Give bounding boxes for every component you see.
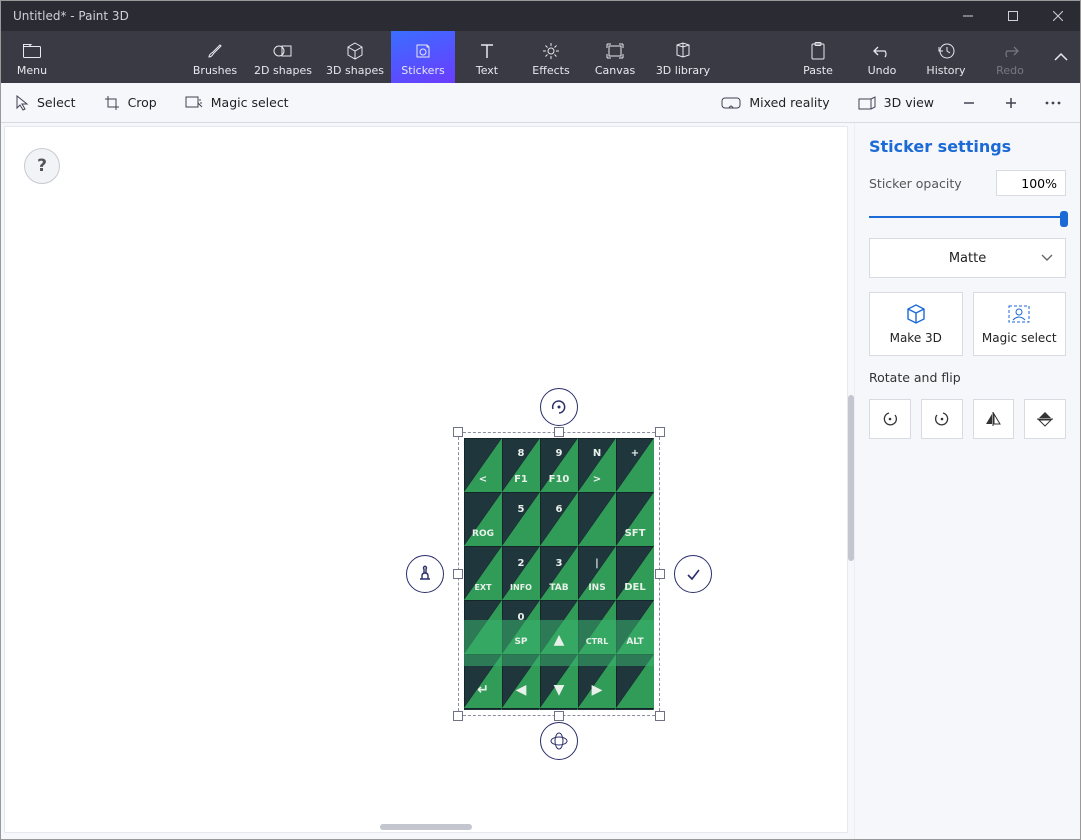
resize-handle[interactable] (655, 427, 665, 437)
material-select[interactable]: Matte (869, 238, 1066, 278)
resize-handle[interactable] (554, 427, 564, 437)
menu-label: Menu (17, 64, 47, 77)
maximize-button[interactable] (990, 1, 1035, 31)
magic-select-panel-icon (1007, 303, 1031, 325)
select-tool[interactable]: Select (1, 83, 90, 123)
3d-view-button[interactable]: 3D view (844, 83, 948, 123)
resize-handle[interactable] (453, 569, 463, 579)
app-window: Untitled* - Paint 3D Menu Bru (0, 0, 1081, 840)
zoom-in-button[interactable] (990, 83, 1032, 123)
stage: ? (1, 123, 854, 839)
help-button[interactable]: ? (24, 148, 60, 184)
shapes2d-icon (273, 40, 293, 62)
paste-icon (810, 40, 826, 62)
stickers-icon (414, 40, 432, 62)
ribbon-brushes[interactable]: Brushes (183, 31, 247, 83)
ribbon-effects[interactable]: Effects (519, 31, 583, 83)
rotate-flip-label: Rotate and flip (869, 370, 1066, 385)
resize-handle[interactable] (655, 711, 665, 721)
side-panel: Sticker settings Sticker opacity Matte (854, 123, 1080, 839)
redo-icon (1001, 40, 1019, 62)
undo-icon (873, 40, 891, 62)
crop-icon (104, 95, 120, 111)
folder-icon (23, 40, 41, 62)
opacity-slider[interactable] (869, 210, 1066, 224)
canvas[interactable]: ? (4, 126, 848, 833)
library-icon (673, 40, 693, 62)
titlebar: Untitled* - Paint 3D (1, 1, 1080, 31)
ribbon-text[interactable]: Text (455, 31, 519, 83)
magic-select-button[interactable]: Magic select (973, 292, 1067, 356)
flip-vertical-button[interactable] (1024, 399, 1066, 439)
ribbon-undo[interactable]: Undo (850, 31, 914, 83)
history-icon (937, 40, 955, 62)
ribbon-canvas[interactable]: Canvas (583, 31, 647, 83)
shapes3d-icon (346, 40, 364, 62)
ribbon-paste[interactable]: Paste (786, 31, 850, 83)
resize-handle[interactable] (453, 711, 463, 721)
ribbon-redo: Redo (978, 31, 1042, 83)
toolbar: Select Crop Magic select Mixed realit (1, 83, 1080, 123)
rotate-z-handle[interactable] (540, 388, 578, 426)
flip-horizontal-button[interactable] (973, 399, 1015, 439)
cursor-icon (15, 95, 29, 111)
rotate-ccw-button[interactable] (869, 399, 911, 439)
vertical-scrollbar[interactable] (848, 395, 854, 561)
view3d-icon (858, 96, 876, 110)
canvas-icon (606, 40, 624, 62)
ribbon-3d-library[interactable]: 3D library (647, 31, 719, 83)
horizontal-scrollbar[interactable] (380, 824, 472, 830)
ribbon-2d-shapes[interactable]: 2D shapes (247, 31, 319, 83)
zoom-out-button[interactable] (948, 83, 990, 123)
text-icon (480, 40, 494, 62)
main-area: ? (1, 123, 1080, 839)
ribbon-3d-shapes[interactable]: 3D shapes (319, 31, 391, 83)
resize-handle[interactable] (655, 569, 665, 579)
rotate-cw-button[interactable] (921, 399, 963, 439)
crop-tool[interactable]: Crop (90, 83, 171, 123)
magic-select-icon (185, 96, 203, 110)
close-button[interactable] (1035, 1, 1080, 31)
magic-select-tool[interactable]: Magic select (171, 83, 303, 123)
commit-handle[interactable] (674, 555, 712, 593)
panel-title: Sticker settings (869, 137, 1066, 156)
ribbon-collapse[interactable] (1042, 31, 1080, 83)
opacity-label: Sticker opacity (869, 176, 962, 191)
sticker-selection[interactable]: 89N+ <F1F10> 56SFT ROG 23|DEL EXTINFOTAB… (464, 438, 654, 710)
menu-button[interactable]: Menu (1, 31, 63, 83)
effects-icon (542, 40, 560, 62)
brush-icon (206, 40, 224, 62)
cube-icon (905, 303, 927, 325)
minimize-button[interactable] (945, 1, 990, 31)
ribbon-history[interactable]: History (914, 31, 978, 83)
window-title: Untitled* - Paint 3D (1, 9, 945, 23)
mixed-reality-button[interactable]: Mixed reality (707, 83, 843, 123)
stamp-handle[interactable] (406, 555, 444, 593)
resize-handle[interactable] (453, 427, 463, 437)
make-3d-button[interactable]: Make 3D (869, 292, 963, 356)
resize-handle[interactable] (554, 711, 564, 721)
rotate-3d-handle[interactable] (540, 722, 578, 760)
selection-outline (458, 432, 660, 716)
ribbon-stickers[interactable]: Stickers (391, 31, 455, 83)
chevron-down-icon (1041, 254, 1053, 262)
more-button[interactable] (1032, 83, 1074, 123)
ribbon: Menu Brushes 2D shapes 3D shapes (1, 31, 1080, 83)
mixed-reality-icon (721, 97, 741, 109)
opacity-input[interactable] (996, 170, 1066, 196)
